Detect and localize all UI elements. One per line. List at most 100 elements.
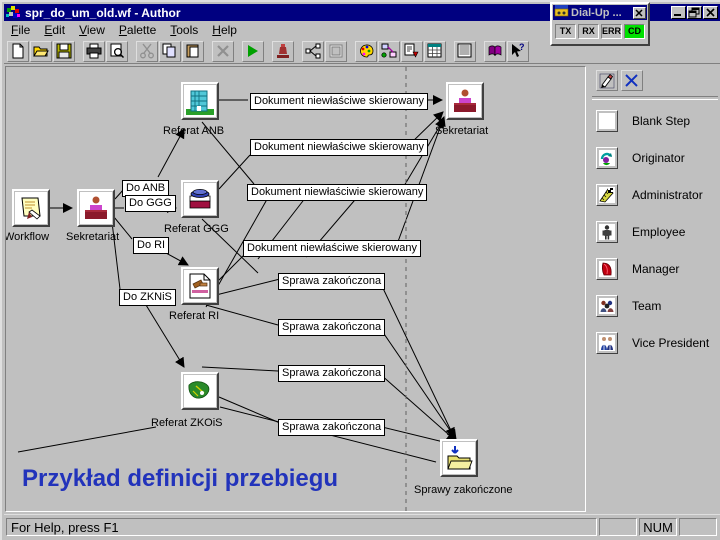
- minimize-button[interactable]: [671, 6, 686, 19]
- palette-panel: Blank Step Originator Administrator Empl…: [590, 66, 720, 512]
- close-button[interactable]: [703, 6, 718, 19]
- dialup-led-err: ERR: [601, 24, 622, 39]
- node-label-referat-zkois: Referat ZKOiS: [151, 417, 223, 429]
- open-icon[interactable]: [30, 40, 52, 62]
- print-icon[interactable]: [83, 40, 105, 62]
- help-pointer-icon[interactable]: ?: [507, 40, 529, 62]
- list-icon[interactable]: [454, 40, 476, 62]
- node-referat-ri[interactable]: [181, 267, 219, 305]
- palette-item-team[interactable]: Team: [590, 293, 720, 318]
- copy-icon[interactable]: [159, 40, 181, 62]
- secretary-icon: [449, 85, 481, 117]
- window-controls: [671, 6, 720, 19]
- delete-tool-icon[interactable]: [621, 70, 643, 91]
- manager-icon: [596, 257, 618, 280]
- edge-label-done-4[interactable]: Sprawa zakończona: [278, 419, 386, 436]
- palette-item-employee[interactable]: Employee: [590, 219, 720, 244]
- edge-label-doc-3[interactable]: Dokument niewłaściwie skierowany: [247, 184, 428, 201]
- palette-icon[interactable]: [355, 40, 377, 62]
- stamp-icon[interactable]: [272, 40, 294, 62]
- team-icon: [596, 294, 618, 317]
- dialup-led-cd: CD: [624, 24, 645, 39]
- palette-item-blank-step[interactable]: Blank Step: [590, 108, 720, 133]
- menu-help[interactable]: Help: [205, 23, 244, 37]
- blank-step-icon: [596, 109, 618, 132]
- toolbar-separator: [129, 41, 136, 62]
- palette-item-manager[interactable]: Manager: [590, 256, 720, 281]
- menu-tools[interactable]: Tools: [163, 23, 205, 37]
- books-icon: [184, 183, 216, 215]
- edge-label-done-3[interactable]: Sprawa zakończona: [278, 365, 386, 382]
- menu-palette[interactable]: Palette: [112, 23, 163, 37]
- edge-label-do-zkois[interactable]: Do ZKNiS: [119, 289, 176, 306]
- dialup-window[interactable]: Dial-Up ... TX RX ERR CD: [550, 2, 650, 46]
- restore-button[interactable]: [687, 6, 702, 19]
- palette-separator: [592, 96, 718, 100]
- print-preview-icon[interactable]: [106, 40, 128, 62]
- edge-label-done-2[interactable]: Sprawa zakończona: [278, 319, 386, 336]
- properties-icon[interactable]: [325, 40, 347, 62]
- edge-label-done-1[interactable]: Sprawa zakończona: [278, 273, 386, 290]
- originator-icon: [596, 146, 618, 169]
- palette-label-originator: Originator: [632, 150, 685, 165]
- dialup-indicators: TX RX ERR CD: [552, 21, 648, 39]
- application-window: spr_do_um_old.wf - Author File Edit View…: [0, 0, 720, 540]
- employee-icon: [596, 220, 618, 243]
- cut-icon[interactable]: [136, 40, 158, 62]
- book-icon[interactable]: [484, 40, 506, 62]
- forms-icon[interactable]: [401, 40, 423, 62]
- toolbar-separator: [265, 41, 272, 62]
- dialup-title: Dial-Up ...: [571, 6, 622, 19]
- palette-label-team: Team: [632, 298, 662, 313]
- svg-text:?: ?: [519, 43, 525, 52]
- edit-tool-icon[interactable]: [596, 70, 618, 91]
- delete-icon[interactable]: [212, 40, 234, 62]
- land-icon: [184, 375, 216, 407]
- node-label-sprawy-zakonczone: Sprawy zakończone: [414, 484, 513, 496]
- status-pane-1: [599, 518, 637, 536]
- paste-icon[interactable]: [182, 40, 204, 62]
- node-label-workflow: Workflow: [5, 231, 50, 243]
- toolbar-separator: [76, 41, 83, 62]
- diagram-canvas-frame[interactable]: Workflow Sekretariat Referat ANB Referat…: [5, 66, 586, 512]
- node-label-sekretariat-1: Sekretariat: [66, 231, 120, 243]
- vice-president-icon: [596, 331, 618, 354]
- menu-file[interactable]: File: [4, 23, 37, 37]
- node-label-referat-ggg: Referat GGG: [164, 223, 229, 235]
- node-referat-zkois[interactable]: [181, 372, 219, 410]
- edge-label-do-ri[interactable]: Do RI: [133, 237, 170, 254]
- menu-edit[interactable]: Edit: [37, 23, 72, 37]
- menu-view[interactable]: View: [72, 23, 112, 37]
- node-referat-anb[interactable]: [181, 82, 219, 120]
- save-icon[interactable]: [53, 40, 75, 62]
- palette-label-manager: Manager: [632, 261, 680, 276]
- layout-icon[interactable]: [302, 40, 324, 62]
- dialup-led-rx: RX: [578, 24, 599, 39]
- edge-label-doc-4[interactable]: Dokument niewłaściwe skierowany: [243, 240, 421, 257]
- table-icon[interactable]: [424, 40, 446, 62]
- node-sekretariat-2[interactable]: [446, 82, 484, 120]
- diagram-canvas[interactable]: Workflow Sekretariat Referat ANB Referat…: [6, 67, 585, 511]
- routing-icon[interactable]: [378, 40, 400, 62]
- run-icon[interactable]: [242, 40, 264, 62]
- status-pane-num: NUM: [639, 518, 677, 536]
- node-referat-ggg[interactable]: [181, 180, 219, 218]
- node-sprawy-zakonczone[interactable]: [440, 439, 478, 477]
- dialup-title-bar: Dial-Up ...: [553, 4, 647, 20]
- dialup-close-button[interactable]: [633, 6, 646, 19]
- toolbar-separator: [447, 41, 454, 62]
- edge-label-doc-1[interactable]: Dokument niewłaściwe skierowany: [250, 93, 428, 110]
- palette-item-originator[interactable]: Originator: [590, 145, 720, 170]
- palette-toolbar: [590, 66, 720, 91]
- edge-label-do-ggg[interactable]: Do GGG: [125, 195, 176, 212]
- palette-item-administrator[interactable]: Administrator: [590, 182, 720, 207]
- node-workflow[interactable]: [12, 189, 50, 227]
- node-label-sekretariat-2: Sekretariat: [435, 125, 489, 137]
- node-sekretariat-1[interactable]: [77, 189, 115, 227]
- status-bar: For Help, press F1 NUM: [4, 514, 720, 539]
- palette-item-vice-president[interactable]: Vice President: [590, 330, 720, 355]
- edge-label-doc-2[interactable]: Dokument niewłaściwe skierowany: [250, 139, 428, 156]
- palette-label-vice-president: Vice President: [632, 335, 710, 350]
- toolbar-separator: [295, 41, 302, 62]
- new-icon[interactable]: [7, 40, 29, 62]
